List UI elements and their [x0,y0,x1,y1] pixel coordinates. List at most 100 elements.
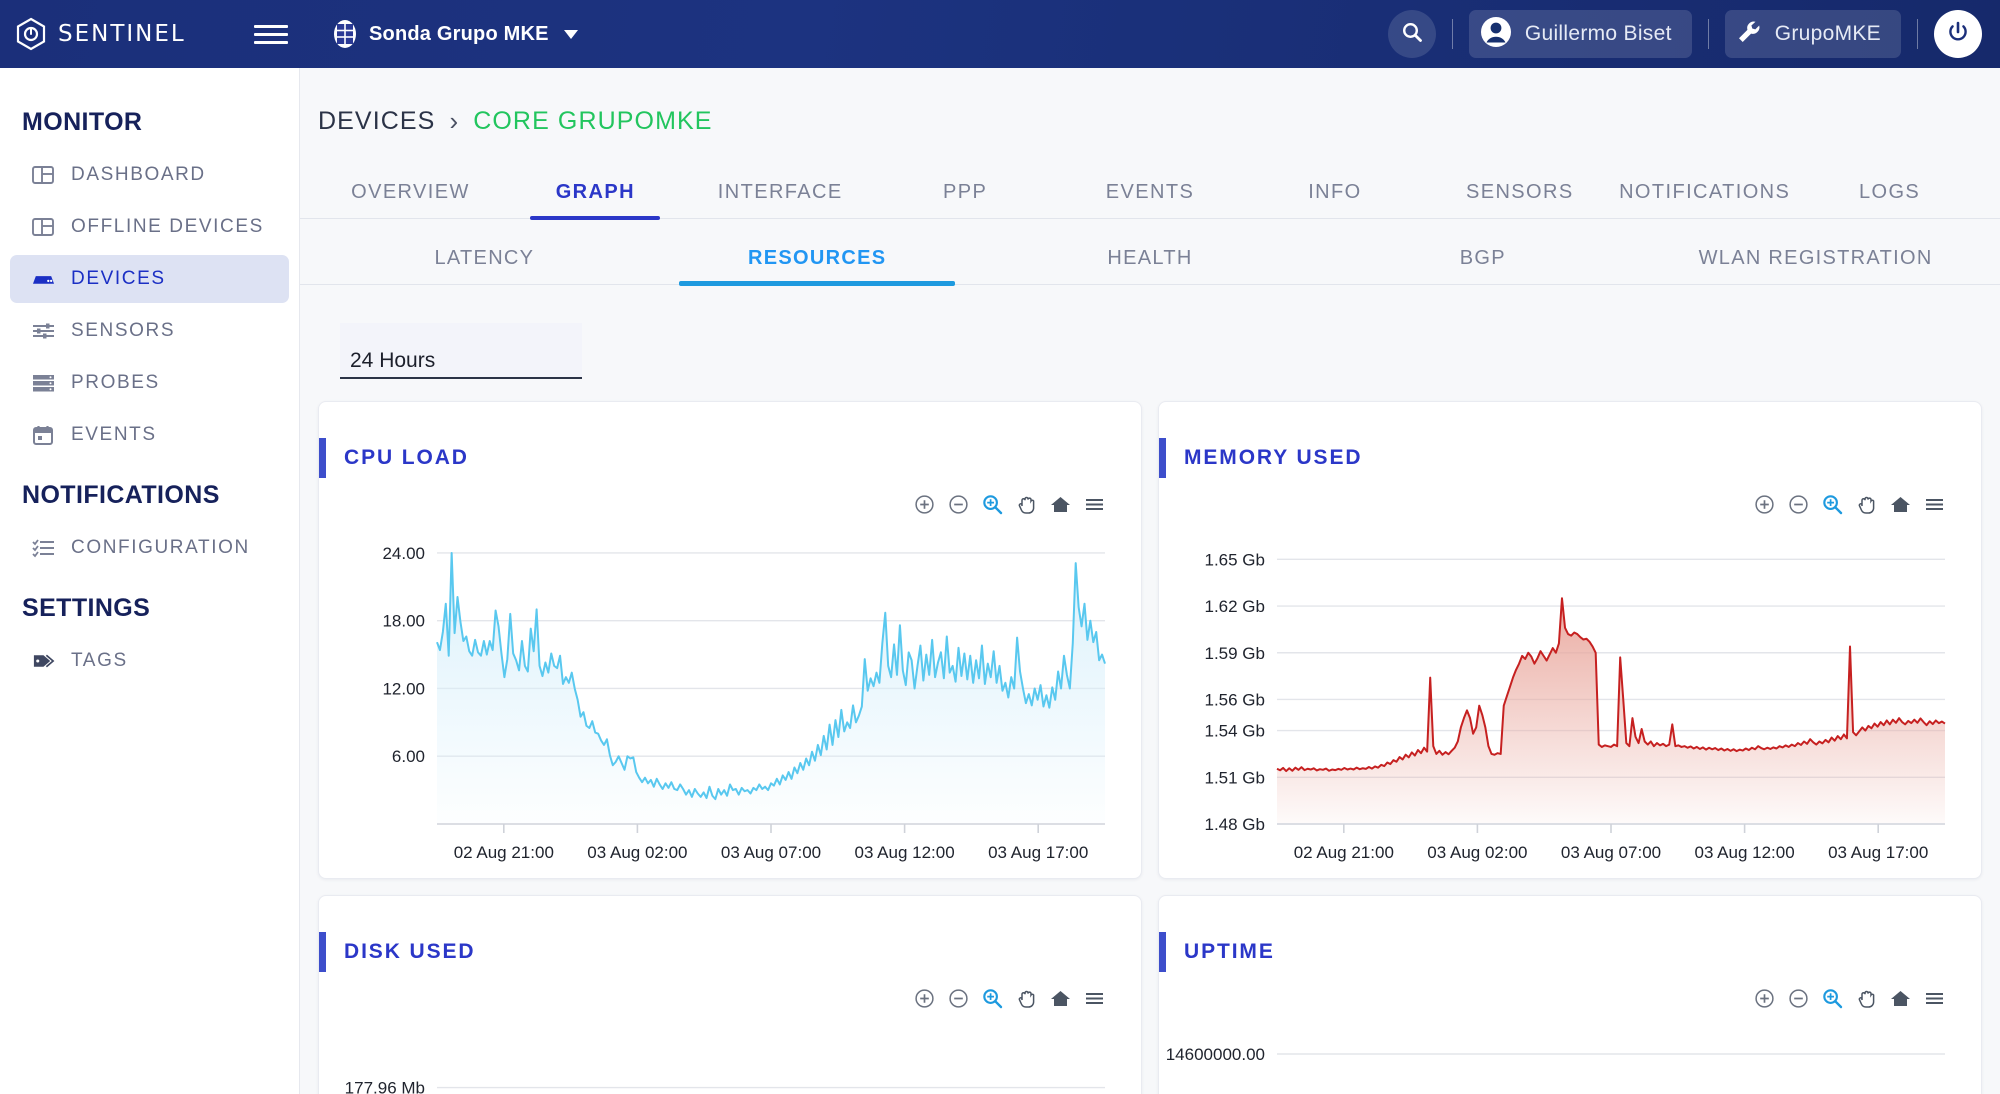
card-accent-bar [1159,438,1166,478]
tab-info[interactable]: INFO [1242,181,1427,218]
pan-icon[interactable] [1016,494,1037,515]
zoom-out-icon[interactable] [948,988,969,1009]
selection-zoom-icon[interactable] [982,988,1003,1009]
svg-text:18.00: 18.00 [382,612,425,631]
sidebar-item-devices[interactable]: DEVICES [10,255,289,303]
zoom-out-icon[interactable] [1788,494,1809,515]
chart-toolbar [1754,494,1945,515]
svg-text:1.59 Gb: 1.59 Gb [1205,644,1266,663]
sidebar-item-tags[interactable]: TAGS [10,637,289,685]
main-content: DEVICES › CORE GRUPOMKE OVERVIEW GRAPH I… [300,68,2000,1094]
sidebar-section-title: MONITOR [22,108,143,136]
hamburger-icon[interactable] [254,20,288,49]
tag-icon [32,650,55,673]
svg-text:177.96 Mb: 177.96 Mb [345,1079,425,1094]
menu-icon[interactable] [1924,988,1945,1009]
zoom-out-icon[interactable] [948,494,969,515]
zoom-out-icon[interactable] [1788,988,1809,1009]
sidebar-item-label: SENSORS [71,320,176,341]
svg-text:03 Aug 07:00: 03 Aug 07:00 [1561,843,1661,862]
subtab-wlan-registration[interactable]: WLAN REGISTRATION [1649,247,1982,284]
power-button[interactable] [1934,10,1982,58]
sidebar-item-configuration[interactable]: CONFIGURATION [10,524,289,572]
zoom-in-icon[interactable] [914,494,935,515]
server-icon [32,372,55,395]
tab-events[interactable]: EVENTS [1058,181,1243,218]
reset-home-icon[interactable] [1890,494,1911,515]
breadcrumb-root[interactable]: DEVICES [318,107,435,136]
tab-logs[interactable]: LOGS [1797,181,1982,218]
tab-notifications[interactable]: NOTIFICATIONS [1612,181,1797,218]
sidebar-item-offline-devices[interactable]: OFFLINE DEVICES [10,203,289,251]
tab-graph[interactable]: GRAPH [503,181,688,218]
reset-home-icon[interactable] [1050,494,1071,515]
svg-text:03 Aug 17:00: 03 Aug 17:00 [1828,843,1928,862]
svg-text:24.00: 24.00 [382,544,425,563]
svg-text:1.56 Gb: 1.56 Gb [1205,690,1266,709]
sentinel-logo-icon [14,17,48,51]
svg-text:03 Aug 02:00: 03 Aug 02:00 [1427,843,1527,862]
svg-text:03 Aug 02:00: 03 Aug 02:00 [587,843,687,862]
pan-icon[interactable] [1016,988,1037,1009]
sidebar-item-events[interactable]: EVENTS [10,411,289,459]
reset-home-icon[interactable] [1050,988,1071,1009]
selection-zoom-icon[interactable] [1822,988,1843,1009]
time-range-select[interactable]: 24 Hours [340,323,582,379]
svg-text:03 Aug 12:00: 03 Aug 12:00 [1694,843,1794,862]
svg-text:14600000.00: 14600000.00 [1166,1045,1265,1064]
card-header: MEMORY USED [1159,402,1981,478]
header-actions: Guillermo Biset GrupoMKE [1387,10,2000,58]
svg-text:1.62 Gb: 1.62 Gb [1205,597,1266,616]
checklist-icon [32,537,55,560]
chart-card-memory-used: MEMORY USED 1.48 Gb 1.51 Gb 1.54 Gb 1.56 Gb… [1158,401,1982,879]
subtab-health[interactable]: HEALTH [984,247,1317,284]
reset-home-icon[interactable] [1890,988,1911,1009]
org-name-label: Sonda Grupo MKE [369,22,549,45]
chevron-down-icon [563,29,578,39]
menu-icon[interactable] [1084,988,1105,1009]
divider [1707,19,1709,49]
menu-icon[interactable] [1924,494,1945,515]
user-menu-button[interactable]: Guillermo Biset [1468,10,1692,58]
selection-zoom-icon[interactable] [1822,494,1843,515]
svg-text:02 Aug 21:00: 02 Aug 21:00 [454,843,554,862]
svg-text:12.00: 12.00 [382,679,425,698]
top-header-bar: SENTINEL Sonda Grupo MKE Guillermo Biset… [0,0,2000,68]
sidebar-item-label: OFFLINE DEVICES [71,216,264,237]
time-range-control: 24 Hours [300,285,2000,379]
tab-overview[interactable]: OVERVIEW [318,181,503,218]
chart-plot-disk-used[interactable]: 177.67 Mb177.96 Mb [319,1014,1141,1094]
tab-interface[interactable]: INTERFACE [688,181,873,218]
zoom-in-icon[interactable] [1754,988,1775,1009]
layout-icon [32,216,55,239]
pan-icon[interactable] [1856,494,1877,515]
zoom-in-icon[interactable] [914,988,935,1009]
breadcrumb-current[interactable]: CORE GRUPOMKE [473,107,712,136]
zoom-in-icon[interactable] [1754,494,1775,515]
sidebar-item-sensors[interactable]: SENSORS [10,307,289,355]
selection-zoom-icon[interactable] [982,494,1003,515]
search-button[interactable] [1387,10,1436,58]
chart-plot-uptime[interactable]: 14580000.0014600000.00 [1159,1014,1981,1094]
subtab-latency[interactable]: LATENCY [318,247,651,284]
tools-menu-button[interactable]: GrupoMKE [1724,10,1901,58]
chart-toolbar [914,988,1105,1009]
org-selector[interactable]: Sonda Grupo MKE [332,19,578,49]
card-header: UPTIME [1159,896,1981,972]
card-accent-bar [1159,932,1166,972]
search-icon [1401,21,1423,48]
tab-ppp[interactable]: PPP [873,181,1058,218]
subtab-resources[interactable]: RESOURCES [651,247,984,284]
tab-sensors[interactable]: SENSORS [1427,181,1612,218]
breadcrumb: DEVICES › CORE GRUPOMKE [300,68,2000,137]
menu-icon[interactable] [1084,494,1105,515]
sidebar-item-probes[interactable]: PROBES [10,359,289,407]
brand-logo-group[interactable]: SENTINEL [14,17,244,51]
subtab-bgp[interactable]: BGP [1316,247,1649,284]
primary-tab-bar: OVERVIEW GRAPH INTERFACE PPP EVENTS INFO… [300,163,2000,219]
chart-plot-memory-used[interactable]: 1.48 Gb 1.51 Gb 1.54 Gb 1.56 Gb 1.59 Gb 1.62 … [1159,520,1981,878]
server-rack-icon [332,19,358,49]
chart-plot-cpu-load[interactable]: 6.00 12.00 18.00 24.00 02 Aug 21:00 03 Aug 02… [319,520,1141,878]
sidebar-item-dashboard[interactable]: DASHBOARD [10,151,289,199]
pan-icon[interactable] [1856,988,1877,1009]
